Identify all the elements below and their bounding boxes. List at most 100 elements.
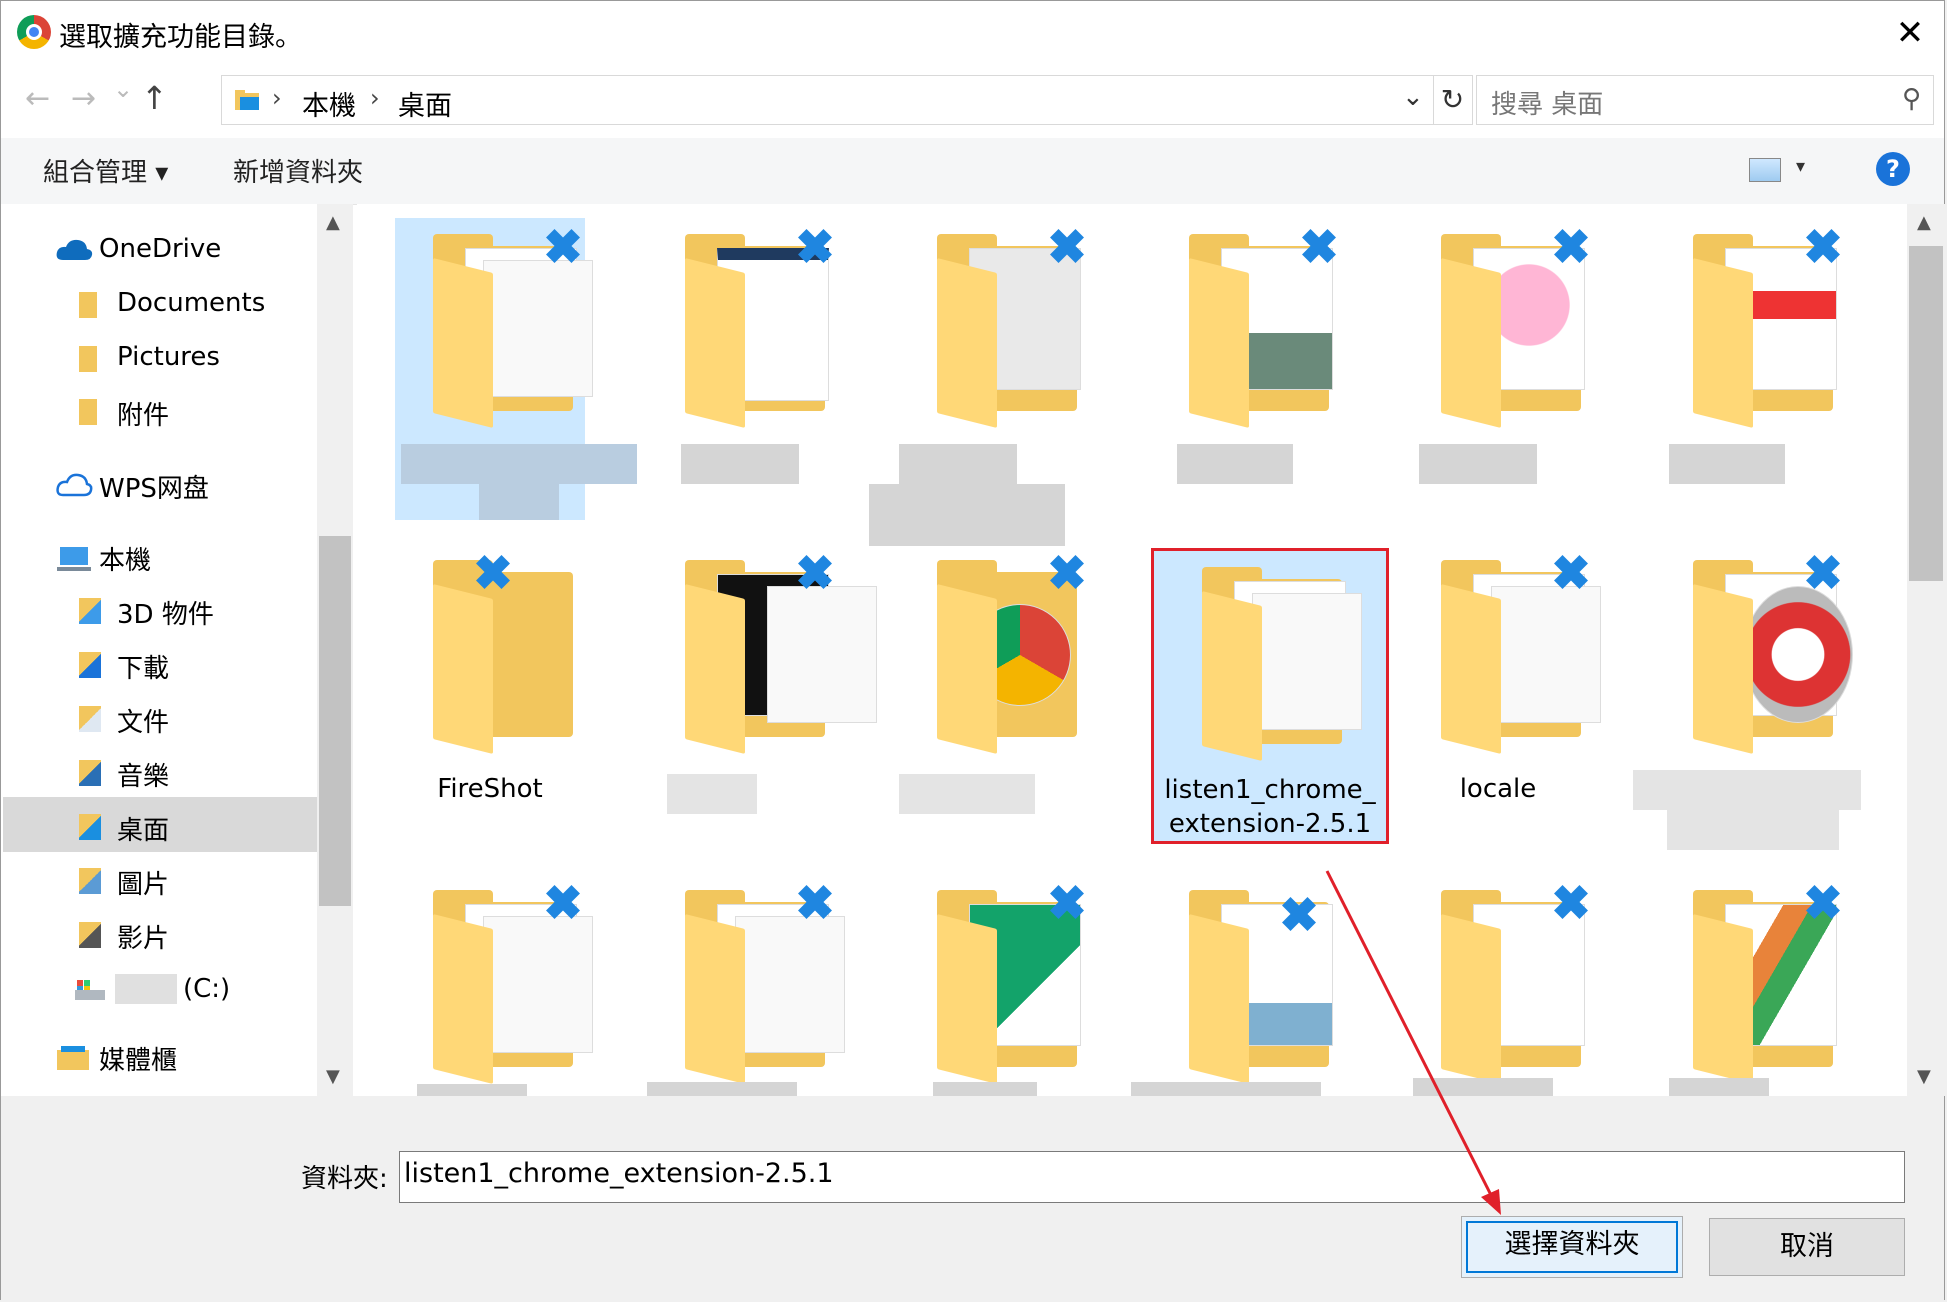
folder-tile-listen1[interactable]: listen1_chrome_ extension-2.5.1: [1151, 548, 1389, 844]
sidebar-item-label: 下載: [117, 654, 170, 684]
folder-tile[interactable]: [395, 218, 637, 520]
sidebar-item-label: 本機: [99, 546, 152, 576]
pinned-arrow-icon: [797, 228, 833, 264]
sidebar-item-label: OneDrive: [99, 234, 222, 264]
scroll-up-icon[interactable]: ▲: [1917, 212, 1931, 233]
folder-tile[interactable]: [1151, 218, 1341, 484]
title-bar: 選取擴充功能目錄。 ✕: [1, 1, 1944, 63]
sidebar-item-label: 桌面: [117, 816, 170, 846]
sidebar-item-label: 媒體櫃: [99, 1046, 178, 1076]
pinned-arrow-icon: [1049, 884, 1085, 920]
folder-documents-icon: [79, 706, 101, 732]
sidebar-item-label: Pictures: [117, 342, 220, 372]
navigation-pane: OneDrive Documents Pictures 附件 WPS网盘 本機 …: [1, 204, 321, 1096]
folder-tile[interactable]: [647, 544, 877, 814]
breadcrumb-desktop[interactable]: 桌面: [398, 84, 452, 123]
folder-tile[interactable]: [1655, 218, 1845, 484]
cancel-button[interactable]: 取消: [1709, 1218, 1905, 1276]
folder-icon: [79, 292, 97, 318]
scroll-up-icon[interactable]: ▲: [326, 212, 340, 233]
scroll-down-icon[interactable]: ▼: [326, 1066, 340, 1087]
recent-locations-icon[interactable]: ⌄: [113, 75, 133, 103]
folder-3d-icon: [79, 598, 101, 624]
pinned-arrow-icon: [1049, 554, 1085, 590]
pinned-arrow-icon: [1553, 554, 1589, 590]
pinned-arrow-icon: [1805, 884, 1841, 920]
folder-icon: [79, 399, 97, 425]
folder-name: listen1_chrome_ extension-2.5.1: [1164, 775, 1376, 839]
pinned-arrow-icon: [1281, 896, 1317, 932]
folder-tile[interactable]: [395, 874, 593, 1096]
folder-tile[interactable]: [899, 874, 1089, 1096]
view-mode-icon[interactable]: [1749, 158, 1781, 182]
new-folder-button[interactable]: 新增資料夾: [233, 152, 363, 189]
cloud-outline-icon: [56, 473, 93, 497]
folder-name-field[interactable]: listen1_chrome_extension-2.5.1: [399, 1151, 1905, 1203]
chevron-down-icon[interactable]: ⌄: [1402, 82, 1424, 112]
folder-icon: [79, 346, 97, 372]
drive-icon: [75, 980, 105, 1000]
sidebar-item-label: 影片: [117, 924, 170, 954]
pinned-arrow-icon: [1805, 554, 1841, 590]
organize-menu[interactable]: 組合管理 ▾: [43, 152, 168, 189]
folder-name: locale: [1459, 774, 1537, 804]
sidebar-item-label: WPS网盘: [99, 474, 209, 504]
sidebar-item-label: 圖片: [117, 870, 170, 900]
scroll-down-icon[interactable]: ▼: [1917, 1066, 1931, 1087]
folder-tile[interactable]: [869, 218, 1089, 546]
address-bar[interactable]: › 本機 › 桌面 ⌄: [221, 75, 1434, 125]
folder-tile[interactable]: [1403, 874, 1593, 1096]
pinned-arrow-icon: [1805, 228, 1841, 264]
pinned-arrow-icon: [797, 884, 833, 920]
folder-tile[interactable]: [1655, 874, 1845, 1096]
folder-pictures-icon: [79, 868, 101, 894]
breadcrumb-this-pc[interactable]: 本機: [302, 84, 356, 123]
pinned-arrow-icon: [797, 554, 833, 590]
folder-tile-fireshot[interactable]: FireShot: [395, 544, 585, 804]
navigation-scroll-thumb[interactable]: [319, 536, 351, 906]
sidebar-item-label: Documents: [117, 288, 266, 318]
breadcrumb-separator: ›: [370, 84, 380, 112]
chrome-icon: [17, 15, 51, 49]
folder-videos-icon: [79, 922, 101, 948]
refresh-icon[interactable]: ↻: [1433, 75, 1473, 125]
forward-arrow-icon[interactable]: →: [71, 81, 96, 116]
file-list-scroll-thumb[interactable]: [1909, 246, 1943, 581]
sidebar-item-label: 文件: [117, 708, 170, 738]
sidebar-item-label: 3D 物件: [117, 600, 214, 630]
file-list: FireShot listen1_chrome_ extension-2.5.1: [357, 204, 1907, 1096]
sidebar-item-label: 音樂: [117, 762, 170, 792]
view-dropdown-icon[interactable]: ▾: [1796, 156, 1805, 177]
folder-desktop-icon: [79, 814, 101, 840]
search-placeholder: 搜尋 桌面: [1491, 90, 1604, 120]
folder-tile[interactable]: [899, 544, 1089, 814]
folder-tile[interactable]: [1131, 874, 1341, 1096]
folder-tile[interactable]: [647, 218, 837, 484]
search-input[interactable]: 搜尋 桌面 ⚲: [1476, 75, 1934, 125]
pinned-arrow-icon: [545, 884, 581, 920]
up-arrow-icon[interactable]: ↑: [141, 79, 168, 117]
close-button[interactable]: ✕: [1886, 11, 1934, 55]
computer-icon: [57, 547, 91, 571]
library-icon: [57, 1046, 89, 1070]
back-arrow-icon[interactable]: ←: [25, 81, 50, 116]
pinned-arrow-icon: [1301, 228, 1337, 264]
folder-download-icon: [79, 652, 101, 678]
command-bar: 組合管理 ▾ 新增資料夾 ▾ ?: [1, 138, 1944, 205]
folder-tile-locale[interactable]: locale: [1403, 544, 1601, 804]
folder-tile[interactable]: [1403, 218, 1593, 484]
folder-tile[interactable]: [1633, 544, 1861, 850]
select-folder-button[interactable]: 選擇資料夾: [1461, 1216, 1683, 1278]
sidebar-item-label: 附件: [117, 401, 170, 431]
dialog-title: 選取擴充功能目錄。: [59, 22, 302, 53]
folder-name: FireShot: [437, 774, 543, 804]
file-picker-dialog: 選取擴充功能目錄。 ✕ ← → ⌄ ↑ › 本機 › 桌面 ⌄ ↻ 搜尋 桌面 …: [0, 0, 1945, 1301]
breadcrumb-separator: ›: [272, 84, 282, 112]
pinned-arrow-icon: [545, 228, 581, 264]
navigation-bar: ← → ⌄ ↑ › 本機 › 桌面 ⌄ ↻ 搜尋 桌面 ⚲: [1, 63, 1944, 138]
cloud-icon: [56, 239, 93, 260]
pinned-arrow-icon: [1553, 228, 1589, 264]
folder-tile[interactable]: [647, 874, 845, 1096]
pinned-arrow-icon: [475, 554, 531, 610]
help-icon[interactable]: ?: [1876, 152, 1910, 186]
